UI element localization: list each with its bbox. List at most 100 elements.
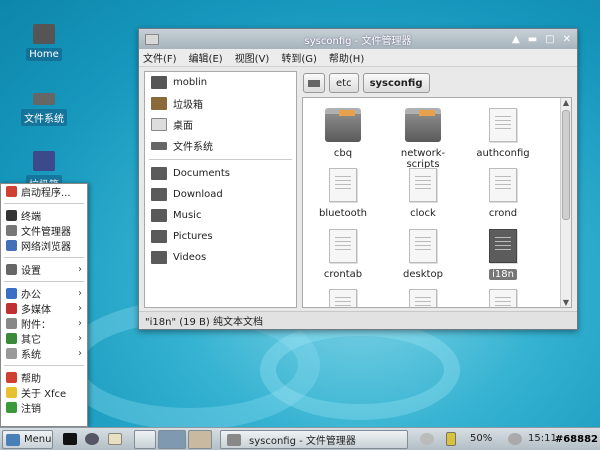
sidebar-item-moblin[interactable]: moblin bbox=[145, 72, 296, 93]
file-item-crontab[interactable]: crontab bbox=[303, 229, 383, 280]
file-item-clock[interactable]: clock bbox=[383, 168, 463, 219]
menu-icon bbox=[6, 433, 20, 446]
file-label: bluetooth bbox=[318, 208, 368, 219]
path-toggle-button[interactable] bbox=[303, 73, 325, 93]
start-menu-item[interactable]: 网络浏览器 bbox=[1, 238, 87, 253]
file-item-crond[interactable]: crond bbox=[463, 168, 543, 219]
menubar: 文件(F) 编辑(E) 视图(V) 转到(G) 帮助(H) bbox=[139, 49, 577, 67]
start-menu-item[interactable]: 终端 bbox=[1, 208, 87, 223]
clock[interactable]: 15:11 bbox=[528, 433, 557, 444]
chevron-right-icon: › bbox=[78, 318, 82, 329]
window-folder-icon[interactable] bbox=[145, 33, 159, 45]
sidebar-item-filesystem[interactable]: 文件系统 bbox=[145, 135, 296, 156]
shade-button[interactable]: ▲ bbox=[512, 34, 520, 45]
path-button-sysconfig[interactable]: sysconfig bbox=[362, 73, 430, 93]
start-menu-item[interactable]: 文件管理器 bbox=[1, 223, 87, 238]
chevron-right-icon: › bbox=[78, 264, 82, 275]
menu-button[interactable]: Menu bbox=[2, 430, 53, 449]
text-file-icon bbox=[489, 289, 517, 307]
file-item-desktop[interactable]: desktop bbox=[383, 229, 463, 280]
sidebar-item-documents[interactable]: Documents bbox=[145, 163, 296, 184]
desktop-icon-home[interactable]: Home bbox=[14, 24, 74, 61]
volume-icon[interactable] bbox=[508, 433, 522, 445]
start-menu-item[interactable]: 设置 › bbox=[1, 262, 87, 277]
window-titlebar[interactable]: sysconfig - 文件管理器 ▲ ▬ □ ✕ bbox=[139, 29, 577, 49]
menu-item-icon bbox=[6, 402, 17, 413]
terminal-launcher-icon[interactable] bbox=[63, 433, 77, 445]
sidebar-item-download[interactable]: Download bbox=[145, 184, 296, 205]
file-item-network-scripts[interactable]: network-scripts bbox=[383, 108, 463, 170]
file-label: crontab bbox=[323, 269, 363, 280]
minimize-button[interactable]: ▬ bbox=[528, 34, 537, 45]
sidebar-item-music[interactable]: Music bbox=[145, 205, 296, 226]
sidebar-item-label: Videos bbox=[173, 252, 207, 263]
chevron-right-icon: › bbox=[78, 333, 82, 344]
scrollbar-thumb[interactable] bbox=[562, 110, 570, 220]
start-menu-item[interactable]: 关于 Xfce bbox=[1, 385, 87, 400]
scroll-down-icon[interactable]: ▼ bbox=[561, 298, 571, 307]
workspace-2[interactable] bbox=[158, 430, 186, 449]
file-item-partial[interactable] bbox=[303, 289, 383, 307]
menu-go[interactable]: 转到(G) bbox=[281, 50, 317, 65]
sidebar-item-label: Music bbox=[173, 210, 202, 221]
menu-item-icon bbox=[6, 387, 17, 398]
scroll-up-icon[interactable]: ▲ bbox=[561, 98, 571, 107]
browser-launcher-icon[interactable] bbox=[85, 433, 99, 445]
text-file-icon bbox=[329, 168, 357, 202]
menu-item-icon bbox=[6, 333, 17, 344]
sidebar-item-label: moblin bbox=[173, 77, 208, 88]
path-button-etc[interactable]: etc bbox=[329, 73, 359, 93]
close-button[interactable]: ✕ bbox=[563, 34, 571, 45]
file-item-partial[interactable] bbox=[383, 289, 463, 307]
folder-icon bbox=[325, 108, 361, 142]
start-menu-item[interactable]: 办公 › bbox=[1, 286, 87, 301]
sidebar-item-desktop[interactable]: 桌面 bbox=[145, 114, 296, 135]
file-item-bluetooth[interactable]: bluetooth bbox=[303, 168, 383, 219]
folder-icon bbox=[151, 209, 167, 222]
menu-help[interactable]: 帮助(H) bbox=[329, 50, 364, 65]
status-bar: "i18n" (19 B) 纯文本文档 bbox=[139, 311, 577, 329]
battery-icon[interactable] bbox=[446, 432, 456, 446]
start-menu-item[interactable]: 注销 bbox=[1, 400, 87, 415]
file-label: crond bbox=[488, 208, 518, 219]
menu-item-label: 多媒体 bbox=[21, 305, 51, 316]
file-item-partial[interactable] bbox=[463, 289, 543, 307]
start-menu-item[interactable]: 帮助 bbox=[1, 370, 87, 385]
start-menu-item[interactable]: 启动程序... bbox=[1, 184, 87, 199]
text-file-icon bbox=[489, 229, 517, 263]
menu-file[interactable]: 文件(F) bbox=[143, 50, 177, 65]
battery-percent: 50% bbox=[470, 433, 493, 444]
menu-button-label: Menu bbox=[24, 434, 52, 445]
menu-separator bbox=[4, 281, 84, 282]
file-item-authconfig[interactable]: authconfig bbox=[463, 108, 543, 159]
start-menu-item[interactable]: 附件： › bbox=[1, 316, 87, 331]
maximize-button[interactable]: □ bbox=[545, 34, 554, 45]
sidebar-item-pictures[interactable]: Pictures bbox=[145, 226, 296, 247]
file-item-i18n[interactable]: i18n bbox=[463, 229, 543, 280]
desktop-icon-filesystem[interactable]: 文件系统 bbox=[14, 89, 74, 126]
start-menu-item[interactable]: 多媒体 › bbox=[1, 301, 87, 316]
file-item-cbq[interactable]: cbq bbox=[303, 108, 383, 159]
editor-launcher-icon[interactable] bbox=[108, 433, 122, 445]
taskbar-window-button[interactable]: sysconfig - 文件管理器 bbox=[220, 430, 408, 449]
menu-view[interactable]: 视图(V) bbox=[235, 50, 270, 65]
menu-item-label: 帮助 bbox=[21, 374, 41, 385]
menu-item-label: 办公 bbox=[21, 290, 41, 301]
start-menu-item[interactable]: 系统 › bbox=[1, 346, 87, 361]
menu-item-icon bbox=[6, 186, 17, 197]
sidebar-divider bbox=[149, 159, 292, 160]
sidebar-item-videos[interactable]: Videos bbox=[145, 247, 296, 268]
workspace-1[interactable] bbox=[134, 430, 156, 449]
sidebar-item-trash[interactable]: 垃圾箱 bbox=[145, 93, 296, 114]
workspace-3[interactable] bbox=[188, 430, 212, 449]
network-icon[interactable] bbox=[420, 433, 434, 445]
menu-edit[interactable]: 编辑(E) bbox=[189, 50, 223, 65]
sidebar: moblin 垃圾箱 桌面 文件系统 Documents Download Mu… bbox=[144, 71, 297, 308]
home-icon bbox=[33, 24, 55, 44]
file-label: clock bbox=[410, 208, 436, 219]
menu-item-label: 终端 bbox=[21, 212, 41, 223]
file-view-scrollbar[interactable]: ▲ ▼ bbox=[560, 98, 571, 307]
sidebar-item-label: 垃圾箱 bbox=[173, 100, 203, 111]
start-menu-item[interactable]: 其它 › bbox=[1, 331, 87, 346]
file-manager-window: sysconfig - 文件管理器 ▲ ▬ □ ✕ 文件(F) 编辑(E) 视图… bbox=[138, 28, 578, 330]
